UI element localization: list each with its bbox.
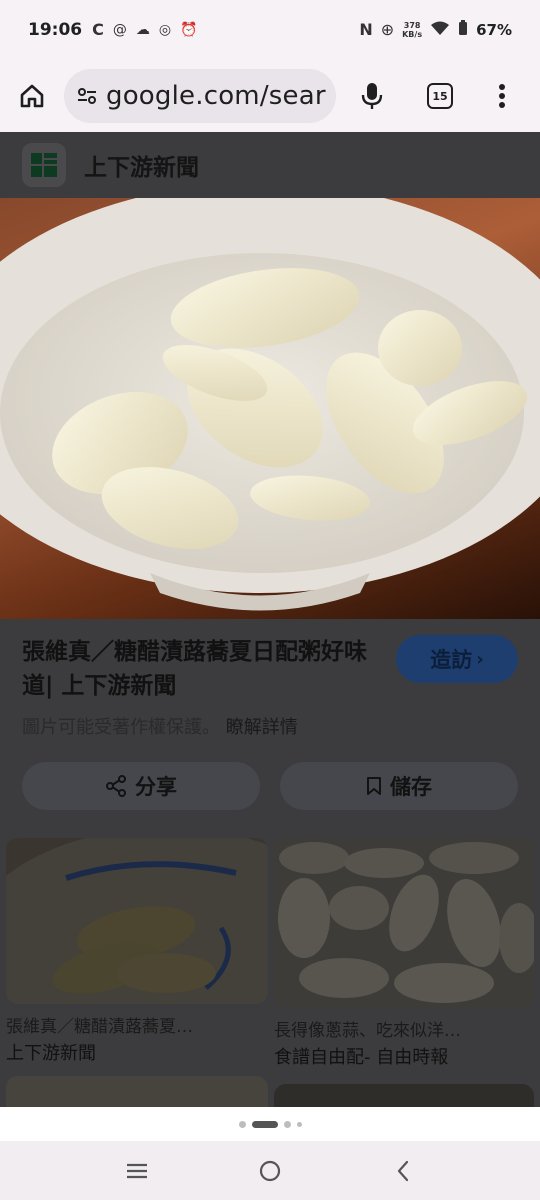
related-thumbnail[interactable] <box>274 1084 534 1107</box>
home-circle-icon <box>259 1160 281 1181</box>
voice-search-button[interactable] <box>336 60 408 132</box>
related-title[interactable]: 長得像蔥蒜、吃來似洋… <box>274 1016 534 1041</box>
image-info: 張維真／糖醋漬蕗蕎夏日配粥好味道| 上下游新聞 造訪 › 圖片可能受著作權保護。… <box>0 619 540 739</box>
visit-button[interactable]: 造訪 › <box>396 635 518 683</box>
related-source: 上下游新聞 <box>6 1043 96 1064</box>
action-row: 分享 儲存 <box>22 762 518 810</box>
home-button[interactable] <box>0 60 64 132</box>
image-title[interactable]: 張維真／糖醋漬蕗蕎夏日配粥好味道| 上下游新聞 <box>22 635 382 703</box>
alarm-icon: ⏰ <box>180 22 198 38</box>
recents-icon <box>126 1163 147 1178</box>
tab-switcher-button[interactable]: 15 <box>408 60 472 132</box>
pickled-shallots-photo <box>0 198 540 611</box>
battery-percent: 67% <box>476 21 512 39</box>
home-icon <box>20 84 44 108</box>
learn-more-link[interactable]: 瞭解詳情 <box>226 717 298 738</box>
page-indicator <box>0 1107 540 1141</box>
nfc-icon: N <box>359 20 373 39</box>
image-viewer: 上下游新聞 張維真／糖醋漬蕗蕎夏日配粥好味道| 上下游新聞 造訪 › 圖片可能受… <box>0 132 540 1107</box>
page-dot <box>283 1120 291 1128</box>
source-name: 上下游新聞 <box>84 155 199 181</box>
related-thumbnail[interactable] <box>6 838 268 1004</box>
save-button[interactable]: 儲存 <box>280 762 518 810</box>
network-speed-value: 378 <box>403 21 421 30</box>
browser-toolbar: google.com/sear 15 <box>0 60 540 132</box>
share-label: 分享 <box>135 775 177 799</box>
cloud-icon: ☁ <box>135 22 150 38</box>
microphone-icon <box>361 83 383 109</box>
network-speed: 378 KB/s <box>402 21 422 39</box>
related-source: 食譜自由配- 自由時報 <box>274 1047 449 1068</box>
tab-count-badge: 15 <box>427 83 453 109</box>
main-image[interactable] <box>0 198 540 619</box>
system-icons: N ⊕ 378 KB/s 67% <box>359 20 512 40</box>
copyright-notice: 圖片可能受著作權保護。 瞭解詳情 <box>22 713 518 739</box>
related-card[interactable] <box>274 1084 534 1107</box>
related-title[interactable]: 張維真／糖醋漬蕗蕎夏… <box>6 1012 268 1037</box>
back-button[interactable] <box>373 1146 433 1196</box>
related-card[interactable]: 張維真／糖醋漬蕗蕎夏… 上下游新聞 <box>6 838 268 1065</box>
threads-icon: @ <box>112 22 127 38</box>
more-options-button[interactable] <box>472 60 532 132</box>
instagram-icon: ◎ <box>158 22 172 38</box>
share-icon <box>106 775 126 797</box>
save-label: 儲存 <box>390 775 432 799</box>
notification-icons: C @ ☁ ◎ ⏰ <box>92 22 197 38</box>
related-thumbnail[interactable] <box>6 1076 268 1107</box>
back-chevron-icon <box>398 1160 409 1181</box>
source-header[interactable]: 上下游新聞 <box>0 132 540 198</box>
status-bar: 19:06 C @ ☁ ◎ ⏰ N ⊕ 378 KB/s 67% <box>0 0 540 60</box>
c-app-icon: C <box>92 20 104 39</box>
recent-apps-button[interactable] <box>107 1146 167 1196</box>
share-button[interactable]: 分享 <box>22 762 260 810</box>
plate-photo <box>6 838 268 1004</box>
wifi-icon <box>430 20 450 40</box>
copyright-text: 圖片可能受著作權保護。 <box>22 717 220 738</box>
data-saver-icon: ⊕ <box>380 20 395 39</box>
url-text[interactable]: google.com/sear <box>106 81 326 111</box>
kebab-menu-icon <box>499 84 505 108</box>
tab-count: 15 <box>432 89 448 103</box>
battery-icon <box>458 20 468 40</box>
related-card[interactable] <box>6 1076 268 1107</box>
related-thumbnail[interactable] <box>274 838 534 1008</box>
status-time: 19:06 <box>28 20 83 40</box>
bookmark-icon <box>367 777 381 795</box>
related-card[interactable]: 長得像蔥蒜、吃來似洋… 食譜自由配- 自由時報 <box>274 838 534 1069</box>
network-speed-unit: KB/s <box>402 30 423 39</box>
page-dot <box>238 1120 246 1128</box>
visit-label: 造訪 <box>430 648 473 672</box>
address-bar[interactable]: google.com/sear <box>64 69 336 123</box>
page-dot <box>296 1121 302 1127</box>
home-nav-button[interactable] <box>240 1146 300 1196</box>
system-navigation-bar <box>0 1141 540 1200</box>
chevron-right-icon: › <box>476 648 484 670</box>
site-logo-icon <box>22 143 66 187</box>
shallots-pile-photo <box>274 838 534 1008</box>
site-settings-icon[interactable] <box>76 85 98 107</box>
page-dot-active <box>251 1120 278 1128</box>
